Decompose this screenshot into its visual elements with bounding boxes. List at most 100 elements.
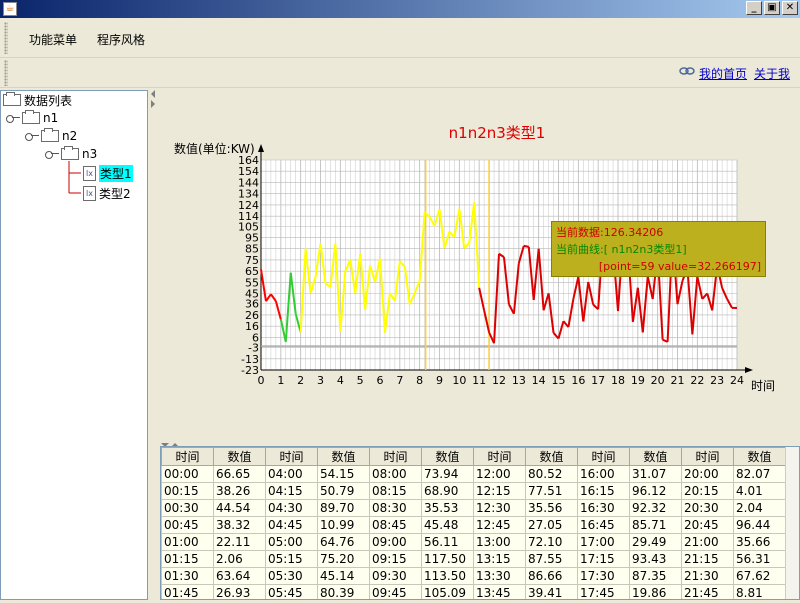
table-cell[interactable]: 117.50 bbox=[421, 550, 474, 568]
table-cell[interactable]: 00:00 bbox=[161, 465, 214, 483]
table-header-cell[interactable]: 数值 bbox=[421, 447, 474, 466]
table-cell[interactable]: 67.62 bbox=[733, 567, 786, 585]
table-cell[interactable]: 16:00 bbox=[577, 465, 630, 483]
tree-node-n3[interactable]: n3 bbox=[45, 146, 97, 162]
expand-key-icon[interactable] bbox=[25, 131, 39, 141]
table-cell[interactable]: 29.49 bbox=[629, 533, 682, 551]
table-cell[interactable]: 75.20 bbox=[317, 550, 370, 568]
table-cell[interactable]: 16:45 bbox=[577, 516, 630, 534]
table-header-cell[interactable]: 数值 bbox=[525, 447, 578, 466]
table-cell[interactable]: 105.09 bbox=[421, 584, 474, 599]
table-cell[interactable]: 09:45 bbox=[369, 584, 422, 599]
home-link[interactable]: 我的首页 bbox=[699, 65, 747, 82]
table-cell[interactable]: 45.14 bbox=[317, 567, 370, 585]
vertical-splitter[interactable] bbox=[149, 90, 159, 600]
table-cell[interactable]: 2.04 bbox=[733, 499, 786, 517]
table-row[interactable]: 00:45 38.32 04:45 10.99 08:45 45.48 12:45 27.05… bbox=[161, 516, 786, 534]
tree-leaf-type1[interactable]: lx 类型1 bbox=[83, 164, 133, 182]
table-header-cell[interactable]: 数值 bbox=[629, 447, 682, 466]
table-cell[interactable]: 63.64 bbox=[213, 567, 266, 585]
table-cell[interactable]: 05:00 bbox=[265, 533, 318, 551]
table-cell[interactable]: 31.07 bbox=[629, 465, 682, 483]
table-cell[interactable]: 39.41 bbox=[525, 584, 578, 599]
table-cell[interactable]: 8.81 bbox=[733, 584, 786, 599]
table-cell[interactable]: 73.94 bbox=[421, 465, 474, 483]
table-cell[interactable]: 09:30 bbox=[369, 567, 422, 585]
table-cell[interactable]: 35.66 bbox=[733, 533, 786, 551]
table-cell[interactable]: 44.54 bbox=[213, 499, 266, 517]
table-cell[interactable]: 08:30 bbox=[369, 499, 422, 517]
table-cell[interactable]: 04:45 bbox=[265, 516, 318, 534]
table-cell[interactable]: 12:30 bbox=[473, 499, 526, 517]
table-header-cell[interactable]: 数值 bbox=[733, 447, 786, 466]
table-cell[interactable]: 05:30 bbox=[265, 567, 318, 585]
table-cell[interactable]: 20:45 bbox=[681, 516, 734, 534]
table-header-cell[interactable]: 数值 bbox=[317, 447, 370, 466]
table-cell[interactable]: 35.53 bbox=[421, 499, 474, 517]
horizontal-splitter[interactable] bbox=[159, 438, 800, 447]
table-cell[interactable]: 27.05 bbox=[525, 516, 578, 534]
table-cell[interactable]: 17:15 bbox=[577, 550, 630, 568]
table-cell[interactable]: 22.11 bbox=[213, 533, 266, 551]
table-cell[interactable]: 72.10 bbox=[525, 533, 578, 551]
table-cell[interactable]: 80.39 bbox=[317, 584, 370, 599]
table-cell[interactable]: 68.90 bbox=[421, 482, 474, 500]
table-cell[interactable]: 04:30 bbox=[265, 499, 318, 517]
table-cell[interactable]: 09:15 bbox=[369, 550, 422, 568]
table-cell[interactable]: 16:30 bbox=[577, 499, 630, 517]
table-cell[interactable]: 01:00 bbox=[161, 533, 214, 551]
table-cell[interactable]: 09:00 bbox=[369, 533, 422, 551]
about-link[interactable]: 关于我 bbox=[754, 65, 790, 82]
table-row[interactable]: 00:15 38.26 04:15 50.79 08:15 68.90 12:15 77.51… bbox=[161, 482, 786, 500]
table-cell[interactable]: 80.52 bbox=[525, 465, 578, 483]
table-cell[interactable]: 05:15 bbox=[265, 550, 318, 568]
table-cell[interactable]: 12:45 bbox=[473, 516, 526, 534]
table-cell[interactable]: 56.11 bbox=[421, 533, 474, 551]
table-header-cell[interactable]: 时间 bbox=[161, 447, 214, 466]
table-header-cell[interactable]: 时间 bbox=[473, 447, 526, 466]
table-cell[interactable]: 77.51 bbox=[525, 482, 578, 500]
table-cell[interactable]: 21:45 bbox=[681, 584, 734, 599]
table-cell[interactable]: 08:15 bbox=[369, 482, 422, 500]
table-cell[interactable]: 50.79 bbox=[317, 482, 370, 500]
table-cell[interactable]: 21:15 bbox=[681, 550, 734, 568]
table-cell[interactable]: 04:15 bbox=[265, 482, 318, 500]
tree-node-n1[interactable]: n1 bbox=[6, 110, 58, 126]
table-cell[interactable]: 20:15 bbox=[681, 482, 734, 500]
table-header-cell[interactable]: 时间 bbox=[369, 447, 422, 466]
table-cell[interactable]: 00:15 bbox=[161, 482, 214, 500]
table-cell[interactable]: 04:00 bbox=[265, 465, 318, 483]
table-cell[interactable]: 4.01 bbox=[733, 482, 786, 500]
table-cell[interactable]: 38.32 bbox=[213, 516, 266, 534]
table-cell[interactable]: 01:15 bbox=[161, 550, 214, 568]
table-row[interactable]: 01:00 22.11 05:00 64.76 09:00 56.11 13:00 72.10… bbox=[161, 533, 786, 551]
expand-key-icon[interactable] bbox=[45, 149, 59, 159]
table-cell[interactable]: 35.56 bbox=[525, 499, 578, 517]
table-cell[interactable]: 66.65 bbox=[213, 465, 266, 483]
table-cell[interactable]: 00:30 bbox=[161, 499, 214, 517]
table-cell[interactable]: 05:45 bbox=[265, 584, 318, 599]
tree-node-n2[interactable]: n2 bbox=[25, 128, 77, 144]
menu-function[interactable]: 功能菜单 bbox=[29, 31, 77, 48]
table-cell[interactable]: 13:00 bbox=[473, 533, 526, 551]
table-cell[interactable]: 20:00 bbox=[681, 465, 734, 483]
table-cell[interactable]: 12:00 bbox=[473, 465, 526, 483]
table-cell[interactable]: 87.55 bbox=[525, 550, 578, 568]
tree-leaf-type2[interactable]: lx 类型2 bbox=[83, 185, 131, 201]
restore-button[interactable]: ▣ bbox=[764, 1, 780, 15]
table-cell[interactable]: 38.26 bbox=[213, 482, 266, 500]
table-cell[interactable]: 16:15 bbox=[577, 482, 630, 500]
table-cell[interactable]: 01:30 bbox=[161, 567, 214, 585]
table-cell[interactable]: 82.07 bbox=[733, 465, 786, 483]
table-cell[interactable]: 08:00 bbox=[369, 465, 422, 483]
table-cell[interactable]: 26.93 bbox=[213, 584, 266, 599]
table-cell[interactable]: 2.06 bbox=[213, 550, 266, 568]
table-cell[interactable]: 64.76 bbox=[317, 533, 370, 551]
table-cell[interactable]: 12:15 bbox=[473, 482, 526, 500]
table-cell[interactable]: 20:30 bbox=[681, 499, 734, 517]
table-header-cell[interactable]: 数值 bbox=[213, 447, 266, 466]
toolbar-grip[interactable] bbox=[4, 60, 8, 86]
table-cell[interactable]: 21:00 bbox=[681, 533, 734, 551]
table-cell[interactable]: 93.43 bbox=[629, 550, 682, 568]
splitter-handle[interactable] bbox=[149, 90, 159, 600]
